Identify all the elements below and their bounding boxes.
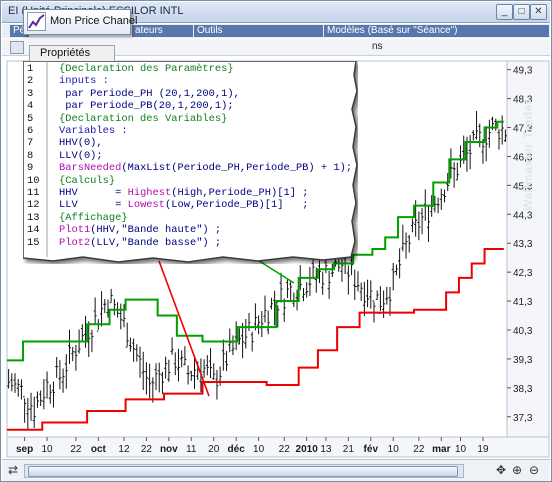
line-number: 11 bbox=[27, 187, 40, 199]
line-code: Plot1(HHV,"Bande haute") ; bbox=[59, 224, 221, 236]
code-token: (High,Periode_PH)[1] ; bbox=[171, 187, 309, 199]
line-code: BarsNeeded(MaxList(Periode_PH,Periode_PB… bbox=[59, 162, 352, 174]
code-token: par Periode_PB(20,1,200,1); bbox=[59, 100, 234, 113]
code-token: LLV = bbox=[59, 199, 128, 212]
code-editor[interactable]: 1 {Declaration des Paramètres} 2 inputs :3 … bbox=[23, 61, 358, 264]
line-number: 10 bbox=[27, 174, 40, 187]
price-chanel-icon bbox=[27, 12, 46, 31]
code-token: BarsNeeded bbox=[59, 162, 122, 175]
code-token: HHV = bbox=[59, 187, 128, 199]
code-token: {Affichage} bbox=[59, 211, 128, 224]
line-number: 4 bbox=[27, 100, 34, 113]
line-code: par Periode_PH (20,1,200,1), bbox=[59, 88, 240, 100]
x-tick-label: 22 bbox=[141, 444, 153, 455]
x-tick-label: 11 bbox=[186, 444, 197, 455]
toolbar-button[interactable] bbox=[10, 41, 24, 54]
code-token: HHV(0), bbox=[59, 137, 103, 150]
toolbar-text: ns bbox=[372, 41, 383, 52]
code-token: {Declaration des Paramètres} bbox=[59, 63, 234, 75]
line-code: LLV(0); bbox=[59, 150, 103, 162]
zoom-in-icon[interactable]: ⊕ bbox=[512, 463, 522, 477]
x-tick-label: 22 bbox=[413, 444, 425, 455]
close-button[interactable]: ✕ bbox=[530, 4, 547, 20]
code-token: Highest bbox=[127, 187, 172, 199]
link-icon[interactable]: ⇄ bbox=[8, 463, 18, 477]
line-number: 6 bbox=[27, 125, 34, 137]
code-token: inputs : bbox=[59, 75, 109, 88]
zoom-out-icon[interactable]: ⊖ bbox=[529, 463, 539, 477]
watermark-text: Wallmaster Trader bbox=[521, 98, 535, 211]
code-token: LLV(0); bbox=[59, 149, 103, 162]
bottom-bar: ⇄ ✥ ⊕ ⊖ bbox=[2, 459, 550, 481]
line-number: 14 bbox=[27, 224, 40, 237]
code-token: (MaxList(Periode_PH,Periode_PB) + 1); bbox=[121, 162, 353, 175]
x-tick-label: 2010 bbox=[296, 444, 319, 455]
line-code: inputs : bbox=[59, 75, 109, 87]
maximize-button[interactable]: □ bbox=[513, 4, 530, 20]
line-number: 5 bbox=[27, 112, 34, 125]
watermark: Wallmaster Trader bbox=[521, 99, 541, 461]
line-number: 3 bbox=[27, 87, 34, 100]
move-icon[interactable]: ✥ bbox=[496, 463, 506, 477]
line-number: 9 bbox=[27, 162, 34, 175]
tab-proprietes-label: Propriétés bbox=[40, 47, 91, 59]
code-token: Lowest bbox=[127, 199, 166, 212]
x-tick-label: 10 bbox=[455, 444, 467, 455]
x-tick-label: 22 bbox=[279, 444, 291, 455]
line-code: {Calculs} bbox=[59, 175, 115, 187]
minimize-button[interactable]: _ bbox=[496, 4, 513, 20]
line-number: 2 bbox=[27, 75, 34, 88]
code-panel: Mon Price Chanel Propriétés 1 {Declaratio… bbox=[23, 9, 358, 264]
x-tick-label: 22 bbox=[70, 444, 82, 455]
code-token: (LLV,"Bande basse") ; bbox=[90, 236, 222, 249]
x-tick-label: 10 bbox=[388, 444, 400, 455]
code-token: {Calculs} bbox=[59, 174, 116, 187]
code-token: par Periode_PH (20,1,200,1), bbox=[59, 87, 240, 100]
scrollbar-thumb[interactable] bbox=[28, 466, 458, 477]
line-code: Plot2(LLV,"Bande basse") ; bbox=[59, 237, 221, 249]
line-code: LLV = Lowest(Low,Periode_PB)[1] ; bbox=[59, 199, 308, 211]
line-code: Variables : bbox=[59, 125, 128, 137]
line-code: {Affichage} bbox=[59, 212, 128, 224]
x-tick-label: 13 bbox=[320, 444, 332, 455]
x-tick-label: 10 bbox=[42, 444, 54, 455]
tab-proprietes[interactable]: Propriétés bbox=[29, 45, 115, 62]
code-token: {Declaration des Variables} bbox=[59, 112, 228, 125]
line-code: {Declaration des Paramètres} bbox=[59, 63, 234, 75]
line-code: par Periode_PB(20,1,200,1); bbox=[59, 100, 234, 113]
code-token: Variables : bbox=[59, 125, 128, 137]
x-tick-label: 21 bbox=[343, 444, 355, 455]
x-tick-label: oct bbox=[91, 444, 107, 455]
line-number: 12 bbox=[27, 199, 40, 212]
x-tick-label: nov bbox=[160, 444, 178, 455]
chart-window: EI (Unité Principale) ESSILOR INTL _ □ ✕… bbox=[0, 0, 552, 482]
code-token: Plot2 bbox=[59, 236, 91, 249]
panel-title: Mon Price Chanel bbox=[50, 15, 138, 27]
x-tick-label: 12 bbox=[118, 444, 130, 455]
x-tick-label: fév bbox=[364, 444, 379, 455]
x-tick-label: 20 bbox=[208, 444, 220, 455]
x-tick-label: 10 bbox=[253, 444, 265, 455]
line-number: 15 bbox=[27, 236, 40, 249]
x-tick-label: déc bbox=[228, 444, 246, 455]
line-number: 1 bbox=[27, 63, 34, 75]
line-code: HHV = Highest(High,Periode_PH)[1] ; bbox=[59, 187, 308, 199]
y-tick-label: 49,3 bbox=[513, 66, 533, 77]
x-tick-label: sep bbox=[16, 444, 33, 455]
line-code: {Declaration des Variables} bbox=[59, 113, 227, 125]
code-token: (HHV,"Bande haute") ; bbox=[90, 224, 222, 237]
code-token: (Low,Periode_PB)[1] ; bbox=[165, 199, 309, 212]
line-number: 8 bbox=[27, 149, 34, 162]
x-tick-label: mar bbox=[432, 444, 450, 455]
line-number: 7 bbox=[27, 137, 34, 150]
line-number: 13 bbox=[27, 211, 40, 224]
x-tick-label: 19 bbox=[477, 444, 489, 455]
panel-header[interactable]: Mon Price Chanel bbox=[23, 9, 137, 35]
horizontal-scrollbar[interactable] bbox=[24, 464, 464, 478]
line-code: HHV(0), bbox=[59, 137, 103, 149]
code-token: Plot1 bbox=[59, 224, 91, 237]
